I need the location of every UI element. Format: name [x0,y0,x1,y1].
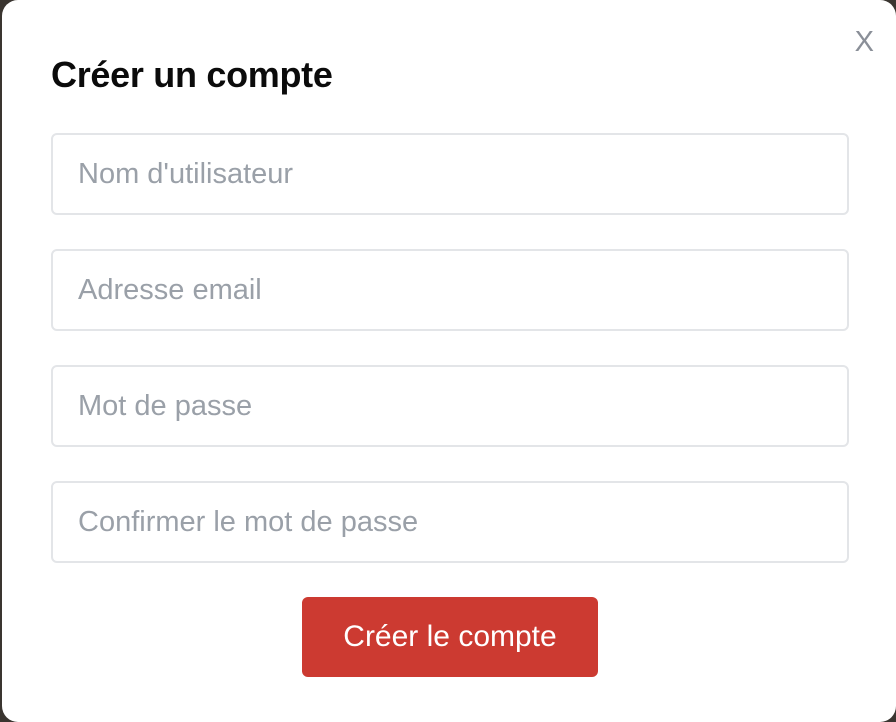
confirm-password-field[interactable] [51,481,849,563]
create-account-button[interactable]: Créer le compte [302,597,598,677]
modal-title: Créer un compte [51,54,333,95]
signup-modal: X Créer un compte Créer le compte [2,0,896,722]
username-field[interactable] [51,133,849,215]
email-field[interactable] [51,249,849,331]
password-field[interactable] [51,365,849,447]
close-button[interactable]: X [855,28,874,57]
